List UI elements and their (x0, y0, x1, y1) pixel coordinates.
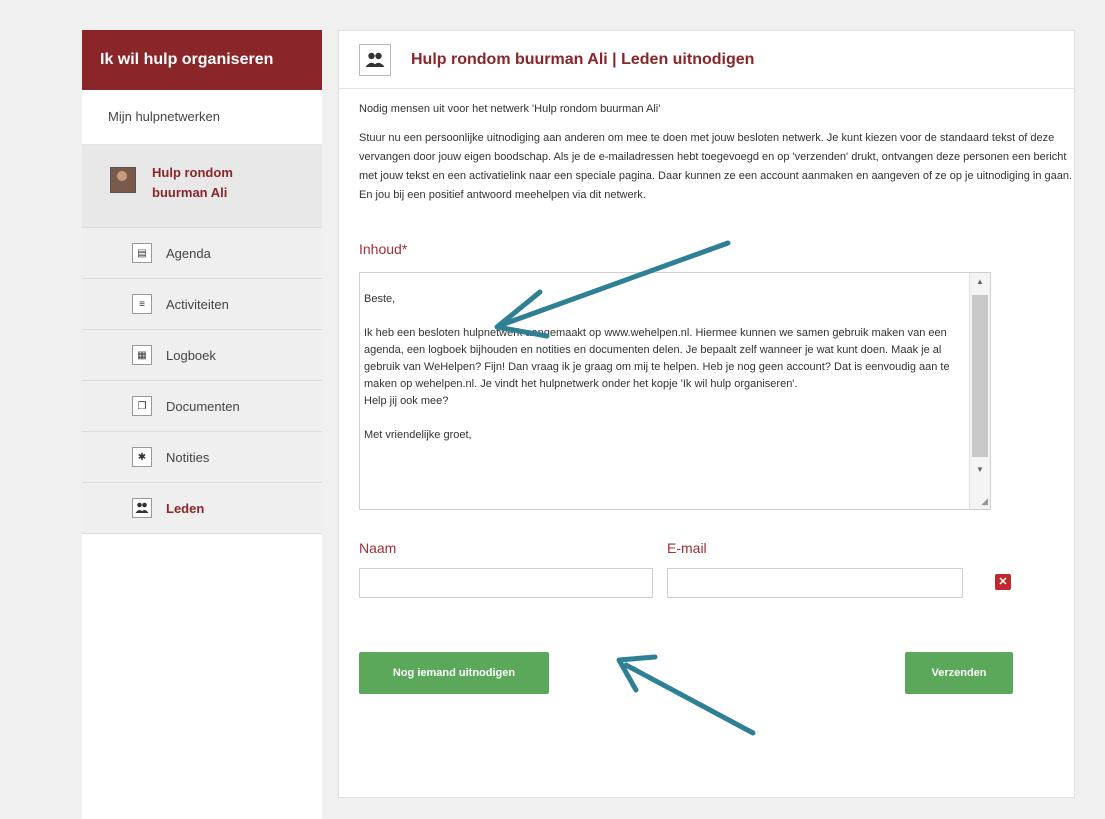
sidebar: Ik wil hulp organiseren Mijn hulpnetwerk… (82, 30, 322, 819)
scroll-up-icon[interactable]: ▲ (970, 273, 990, 291)
panel-header: Hulp rondom buurman Ali | Leden uitnodig… (339, 31, 1074, 89)
network-avatar (110, 167, 136, 193)
members-icon-svg (135, 502, 149, 513)
invitee-labels: Naam E-mail (359, 540, 1054, 560)
sidebar-item-label: Activiteiten (166, 296, 229, 312)
sidebar-item-label: Documenten (166, 398, 240, 414)
intro-text: Nodig mensen uit voor het netwerk 'Hulp … (359, 103, 661, 115)
invite-another-button[interactable]: Nog iemand uitnodigen (359, 652, 549, 694)
members-icon-svg (365, 52, 385, 67)
sidebar-item-agenda[interactable]: ▤ Agenda (82, 228, 322, 279)
email-label: E-mail (667, 540, 707, 556)
invitee-row: ✕ (359, 568, 1054, 600)
members-icon (132, 498, 152, 518)
resize-grip-icon[interactable]: ◢ (981, 496, 988, 507)
sidebar-header[interactable]: Ik wil hulp organiseren (82, 30, 322, 90)
pin-icon: ✱ (132, 447, 152, 467)
sidebar-item-label: Leden (166, 500, 205, 516)
list-icon: ≡ (132, 294, 152, 314)
sidebar-item-logboek[interactable]: ▦ Logboek (82, 330, 322, 381)
network-label: Hulp rondom buurman Ali (152, 165, 233, 200)
nav-my-networks[interactable]: Mijn hulpnetwerken (82, 90, 322, 145)
sidebar-item-activiteiten[interactable]: ≡ Activiteiten (82, 279, 322, 330)
book-icon: ▦ (132, 345, 152, 365)
network-item-hulp-rondom-buurman-ali[interactable]: Hulp rondom buurman Ali (82, 145, 322, 228)
name-label: Naam (359, 540, 397, 556)
name-input[interactable] (359, 568, 653, 598)
scroll-thumb[interactable] (972, 295, 988, 457)
textarea-scrollbar[interactable]: ▲ ▼ (969, 273, 990, 509)
message-textarea[interactable]: Beste, Ik heb een besloten hulpnetwerk a… (359, 272, 991, 510)
sidebar-item-documenten[interactable]: ❐ Documenten (82, 381, 322, 432)
scroll-down-icon[interactable]: ▼ (970, 461, 990, 479)
message-text[interactable]: Beste, Ik heb een besloten hulpnetwerk a… (364, 277, 968, 505)
sidebar-item-label: Agenda (166, 245, 211, 261)
send-button[interactable]: Verzenden (905, 652, 1013, 694)
main-panel: Hulp rondom buurman Ali | Leden uitnodig… (338, 30, 1075, 798)
remove-invitee-button[interactable]: ✕ (995, 574, 1011, 590)
members-icon (359, 43, 391, 76)
network-sub-nav: ▤ Agenda ≡ Activiteiten ▦ Logboek ❐ Docu… (82, 228, 322, 534)
sidebar-item-notities[interactable]: ✱ Notities (82, 432, 322, 483)
action-buttons: Nog iemand uitnodigen Verzenden (359, 652, 1054, 694)
sidebar-item-label: Logboek (166, 347, 216, 363)
documents-icon: ❐ (132, 396, 152, 416)
calendar-icon: ▤ (132, 243, 152, 263)
page-title: Hulp rondom buurman Ali | Leden uitnodig… (411, 50, 755, 68)
email-input[interactable] (667, 568, 963, 598)
panel-content: Nodig mensen uit voor het netwerk 'Hulp … (339, 103, 1074, 694)
description-text: Stuur nu een persoonlijke uitnodiging aa… (359, 132, 1073, 201)
sidebar-item-label: Notities (166, 449, 210, 465)
sidebar-item-leden[interactable]: Leden (82, 483, 322, 534)
content-label: Inhoud* (359, 241, 408, 257)
